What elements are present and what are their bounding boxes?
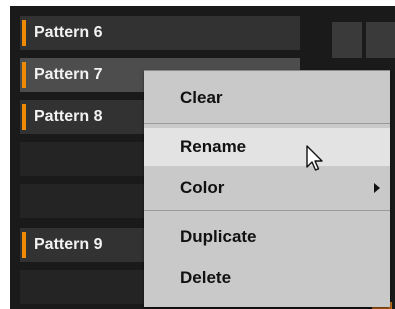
pattern-label: Pattern 7 (34, 66, 103, 83)
menu-item-delete[interactable]: Delete (144, 259, 390, 297)
menu-item-color[interactable]: Color (144, 169, 390, 207)
grid-cell[interactable] (332, 22, 362, 58)
pattern-color-bar (22, 20, 26, 46)
menu-item-clear[interactable]: Clear (144, 79, 390, 117)
menu-item-label: Clear (180, 88, 223, 107)
submenu-arrow-icon (374, 183, 380, 193)
pattern-color-bar (22, 232, 26, 258)
menu-item-label: Rename (180, 137, 247, 156)
menu-item-label: Duplicate (180, 227, 257, 246)
pattern-label: Pattern 9 (34, 236, 103, 253)
menu-separator (144, 210, 390, 211)
pattern-color-bar (22, 104, 26, 130)
pattern-slot-6[interactable]: Pattern 6 (20, 16, 300, 50)
menu-item-label: Color (180, 178, 225, 197)
pattern-label: Pattern 6 (34, 24, 103, 41)
pattern-label: Pattern 8 (34, 108, 103, 125)
menu-item-duplicate[interactable]: Duplicate (144, 218, 390, 256)
menu-separator (144, 123, 390, 124)
menu-item-label: Delete (180, 268, 232, 287)
menu-item-rename[interactable]: Rename (144, 128, 390, 166)
grid-cell[interactable] (366, 22, 395, 58)
pattern-color-bar (22, 62, 26, 88)
mouse-cursor-icon (306, 145, 323, 171)
context-menu: Clear Rename Color Duplicate Delete (144, 70, 390, 307)
